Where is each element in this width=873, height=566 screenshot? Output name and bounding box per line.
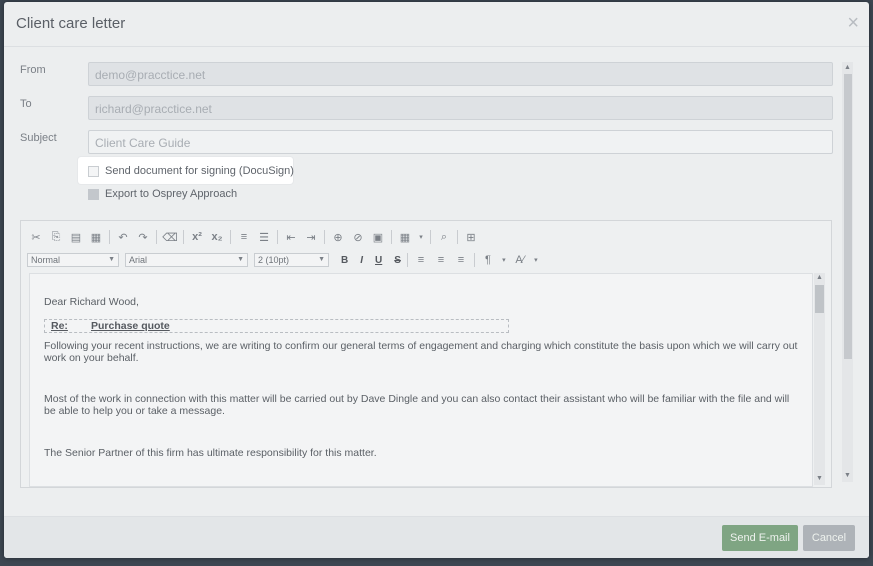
subject-label: Subject <box>20 132 57 144</box>
toolbar-divider <box>183 230 184 244</box>
letter-paragraph: Following your recent instructions, we a… <box>44 340 798 364</box>
osprey-option[interactable]: Export to Osprey Approach <box>88 188 237 200</box>
dialog-footer: Send E-mail Cancel <box>4 516 869 558</box>
editor-scrollbar[interactable]: ▲ ▼ <box>814 273 825 485</box>
letter-paragraph: Most of the work in connection with this… <box>44 393 790 417</box>
superscript-icon[interactable]: x² <box>190 230 204 244</box>
text-color-icon[interactable]: ¶ <box>481 253 495 267</box>
bullet-list-icon[interactable]: ☰ <box>257 230 271 244</box>
editor-toolbar-top: ✂ ⎘ ▤ ▦ ↶ ↷ ⌫ x² x₂ ≡ ☰ ⇤ ⇥ ⊕ ⊘ ▣ ▦ ▾ ⌕ … <box>29 229 484 245</box>
cut-icon[interactable]: ✂ <box>29 230 43 244</box>
scroll-up-icon[interactable]: ▲ <box>816 274 823 281</box>
client-care-letter-dialog: Client care letter × From demo@pracctice… <box>4 2 869 558</box>
toolbar-divider <box>324 230 325 244</box>
chevron-down-icon: ▼ <box>237 256 244 263</box>
re-label: Re: <box>51 320 68 332</box>
toolbar-divider <box>109 230 110 244</box>
toolbar-divider <box>430 230 431 244</box>
indent-icon[interactable]: ⇥ <box>304 230 318 244</box>
align-right-icon[interactable]: ≡ <box>454 253 468 267</box>
image-icon[interactable]: ▣ <box>371 230 385 244</box>
find-icon[interactable]: ⌕ <box>437 230 451 244</box>
osprey-label: Export to Osprey Approach <box>105 188 238 200</box>
strikethrough-button[interactable]: S <box>394 255 401 266</box>
docusign-checkbox[interactable] <box>88 165 99 177</box>
toolbar-divider <box>156 230 157 244</box>
paste-text-icon[interactable]: ▦ <box>89 230 103 244</box>
toolbar-divider <box>277 230 278 244</box>
style-select-value: Normal <box>31 255 61 265</box>
font-select-value: Arial <box>129 255 148 265</box>
editor-toolbar-bottom: Normal ▼ Arial ▼ 2 (10pt) ▼ B I U S ≡ ≡ … <box>27 252 545 268</box>
editor-scroll-thumb[interactable] <box>815 285 824 313</box>
link-icon[interactable]: ⊕ <box>331 230 345 244</box>
table-icon[interactable]: ▦ <box>398 230 412 244</box>
editor-content[interactable]: Dear Richard Wood, Re: Purchase quote Fo… <box>29 273 813 487</box>
italic-button[interactable]: I <box>360 255 363 266</box>
clear-format-icon[interactable]: ⌫ <box>162 230 178 244</box>
size-select[interactable]: 2 (10pt) ▼ <box>254 253 329 267</box>
dialog-scroll-thumb[interactable] <box>844 74 852 359</box>
chevron-down-icon[interactable]: ▾ <box>501 253 507 267</box>
close-icon[interactable]: × <box>847 13 859 33</box>
copy-icon[interactable]: ⎘ <box>49 230 63 244</box>
docusign-option[interactable]: Send document for signing (DocuSign) <box>88 165 294 177</box>
dialog-header: Client care letter × <box>4 2 869 47</box>
re-table: Re: Purchase quote <box>44 319 509 333</box>
toolbar-divider <box>473 253 475 267</box>
unlink-icon[interactable]: ⊘ <box>351 230 365 244</box>
letter-greeting: Dear Richard Wood, <box>44 296 139 308</box>
dialog-scrollbar[interactable]: ▲ ▼ <box>842 62 853 482</box>
outdent-icon[interactable]: ⇤ <box>284 230 298 244</box>
toolbar-divider <box>406 253 408 267</box>
spellcheck-icon[interactable]: A⁄ <box>513 253 527 267</box>
scroll-down-icon[interactable]: ▼ <box>844 472 851 479</box>
to-field[interactable]: richard@pracctice.net <box>88 96 833 120</box>
toolbar-divider <box>457 230 458 244</box>
chevron-down-icon[interactable]: ▾ <box>418 230 424 244</box>
chevron-down-icon: ▼ <box>318 256 325 263</box>
toolbar-divider <box>230 230 231 244</box>
chevron-down-icon[interactable]: ▾ <box>533 253 539 267</box>
re-value: Purchase quote <box>91 320 170 332</box>
scroll-down-icon[interactable]: ▼ <box>816 475 823 482</box>
maximize-icon[interactable]: ⊞ <box>464 230 478 244</box>
letter-paragraph: The Senior Partner of this firm has ulti… <box>44 447 377 459</box>
toolbar-divider <box>391 230 392 244</box>
osprey-checkbox[interactable] <box>88 188 99 200</box>
numbered-list-icon[interactable]: ≡ <box>237 230 251 244</box>
align-center-icon[interactable]: ≡ <box>434 253 448 267</box>
to-label: To <box>20 98 32 110</box>
subject-field[interactable]: Client Care Guide <box>88 130 833 154</box>
subscript-icon[interactable]: x₂ <box>210 230 224 244</box>
dialog-title: Client care letter <box>16 15 126 32</box>
send-email-button[interactable]: Send E-mail <box>722 525 798 551</box>
size-select-value: 2 (10pt) <box>258 255 290 265</box>
rich-text-editor: ✂ ⎘ ▤ ▦ ↶ ↷ ⌫ x² x₂ ≡ ☰ ⇤ ⇥ ⊕ ⊘ ▣ ▦ ▾ ⌕ … <box>20 220 832 488</box>
from-field: demo@pracctice.net <box>88 62 833 86</box>
chevron-down-icon: ▼ <box>108 256 115 263</box>
style-select[interactable]: Normal ▼ <box>27 253 119 267</box>
font-select[interactable]: Arial ▼ <box>125 253 248 267</box>
align-left-icon[interactable]: ≡ <box>414 253 428 267</box>
undo-icon[interactable]: ↶ <box>116 230 130 244</box>
cancel-button[interactable]: Cancel <box>803 525 855 551</box>
redo-icon[interactable]: ↷ <box>136 230 150 244</box>
scroll-up-icon[interactable]: ▲ <box>844 64 851 71</box>
bold-button[interactable]: B <box>341 255 348 266</box>
underline-button[interactable]: U <box>375 255 382 266</box>
docusign-label: Send document for signing (DocuSign) <box>105 165 294 177</box>
paste-icon[interactable]: ▤ <box>69 230 83 244</box>
from-label: From <box>20 64 46 76</box>
